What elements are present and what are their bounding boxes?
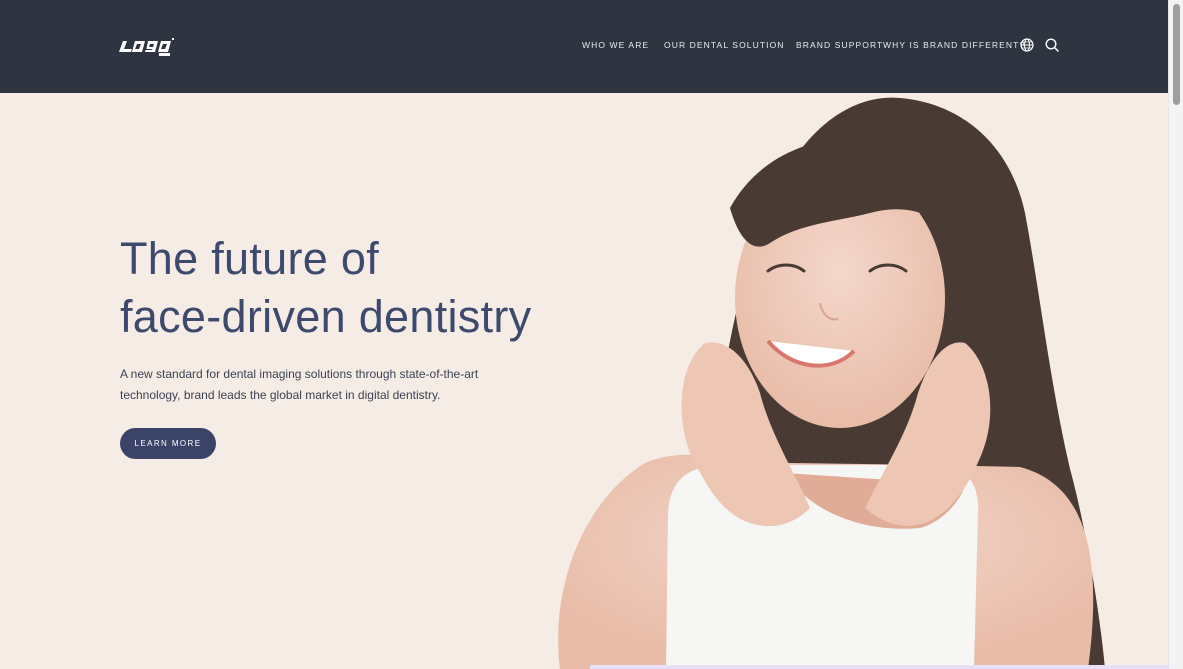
search-icon[interactable] <box>1044 37 1060 53</box>
hero-subtitle: A new standard for dental imaging soluti… <box>120 364 520 406</box>
page-scrollbar[interactable] <box>1168 0 1183 669</box>
learn-more-button[interactable]: LEARN MORE <box>120 428 216 459</box>
hero-subtitle-line-1: A new standard for dental imaging soluti… <box>120 367 479 381</box>
nav-brand-support[interactable]: BRAND SUPPORT <box>796 40 883 50</box>
bottom-accent-strip <box>590 665 1169 669</box>
nav-our-dental-solution[interactable]: OUR DENTAL SOLUTION <box>664 40 785 50</box>
globe-icon[interactable] <box>1019 37 1035 53</box>
hero-subtitle-line-2: technology, brand leads the global marke… <box>120 388 441 402</box>
brand-logo[interactable] <box>118 33 182 59</box>
main-nav: WHO WE ARE OUR DENTAL SOLUTION BRAND SUP… <box>582 40 1024 54</box>
nav-who-we-are[interactable]: WHO WE ARE <box>582 40 649 50</box>
nav-why-brand-different[interactable]: WHY IS BRAND DIFFERENT? <box>883 40 1025 50</box>
hero-portrait-image <box>558 97 1105 669</box>
site-header: WHO WE ARE OUR DENTAL SOLUTION BRAND SUP… <box>0 0 1169 93</box>
scrollbar-thumb[interactable] <box>1173 4 1180 105</box>
